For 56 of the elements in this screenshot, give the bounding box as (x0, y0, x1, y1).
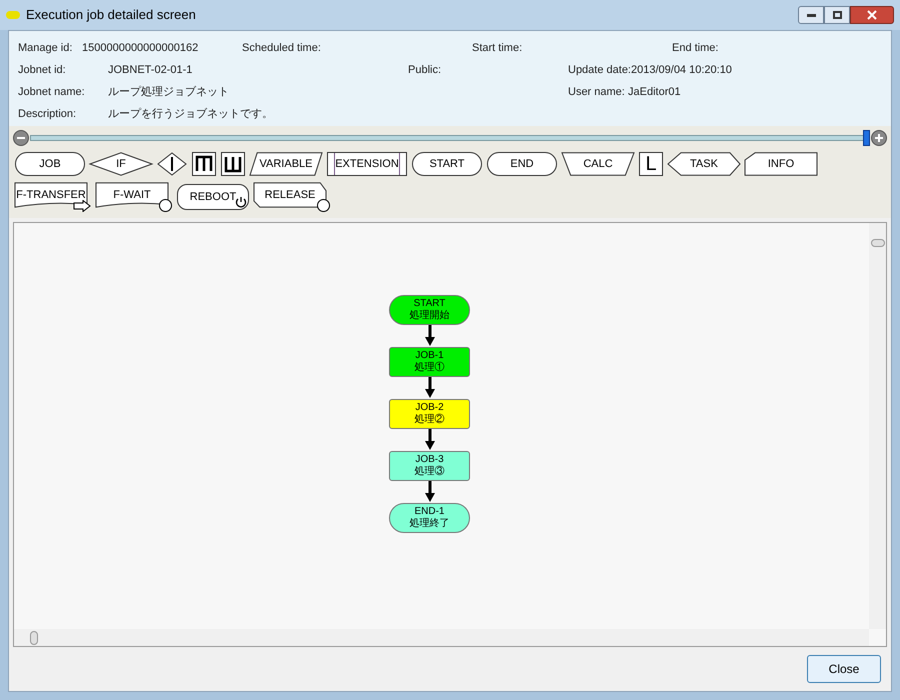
zoom-in-icon[interactable] (871, 130, 887, 146)
minimize-button[interactable] (798, 6, 824, 24)
close-button[interactable]: Close (807, 655, 881, 683)
palette-item[interactable]: REBOOT (177, 184, 249, 210)
zoom-slider-thumb[interactable] (863, 130, 870, 146)
window-title: Execution job detailed screen (26, 6, 197, 24)
flow-arrow (424, 429, 436, 451)
terminal-node[interactable]: START 処理開始 (389, 295, 470, 325)
flow-arrow (424, 325, 436, 347)
description-label: Description: (18, 107, 78, 122)
palette-item[interactable]: JOB (15, 152, 85, 176)
start-time-label: Start time: (472, 41, 524, 56)
description-value: ループを行うジョブネットです。 (108, 106, 273, 122)
palette-item[interactable] (221, 152, 245, 176)
terminal-node[interactable]: END-1 処理終了 (389, 503, 470, 533)
close-icon (867, 10, 877, 20)
jobnet-id-value: JOBNET-02-01-1 (108, 63, 194, 78)
jobnet-id-label: Jobnet id: (18, 63, 67, 78)
palette-item[interactable]: VARIABLE (250, 152, 322, 176)
job-node[interactable]: JOB-1 処理① (389, 347, 470, 377)
zoom-out-icon[interactable] (13, 130, 29, 146)
end-time-label: End time: (672, 41, 718, 56)
scheduled-time-label: Scheduled time: (242, 41, 322, 56)
user-name-value: JaEditor01 (628, 85, 681, 100)
power-icon (235, 196, 247, 208)
user-name-label: User name: (568, 85, 626, 100)
box-glyph-icon (221, 152, 245, 176)
jobnet-name-label: Jobnet name: (18, 85, 86, 100)
close-window-button[interactable] (850, 6, 894, 24)
palette-item[interactable] (157, 152, 187, 176)
diamond-bar-icon (157, 152, 187, 176)
palette-item[interactable]: EXTENSION (327, 152, 407, 176)
manage-id-value: 1500000000000000162 (82, 41, 200, 56)
arrow-icon (73, 200, 91, 212)
palette-item[interactable]: INFO (745, 152, 817, 176)
jobnet-name-value: ループ処理ジョブネット (108, 84, 230, 100)
vertical-scrollbar[interactable] (869, 223, 886, 629)
job-node[interactable]: JOB-2 処理② (389, 399, 470, 429)
manage-id-label: Manage id: (18, 41, 74, 56)
public-label: Public: (408, 63, 442, 78)
box-glyph-icon (192, 152, 216, 176)
update-date-value: 2013/09/04 10:20:10 (631, 63, 732, 78)
palette-item[interactable]: TASK (668, 152, 740, 176)
palette-item[interactable]: END (487, 152, 557, 176)
update-date-label: Update date: (568, 63, 631, 78)
app-icon (6, 11, 20, 19)
flow-arrow (424, 481, 436, 503)
palette-item[interactable]: CALC (562, 152, 634, 176)
horizontal-scrollbar[interactable] (14, 629, 869, 646)
palette-item[interactable]: L (639, 152, 663, 176)
palette-item[interactable]: IF (90, 152, 152, 176)
palette-item[interactable] (192, 152, 216, 176)
flow-arrow (424, 377, 436, 399)
maximize-button[interactable] (824, 6, 850, 24)
palette-item[interactable]: START (412, 152, 482, 176)
job-node[interactable]: JOB-3 処理③ (389, 451, 470, 481)
